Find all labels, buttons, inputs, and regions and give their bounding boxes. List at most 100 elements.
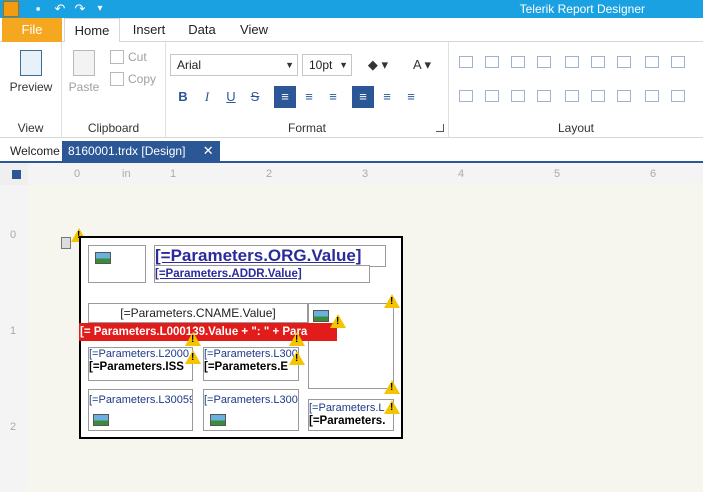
increase-v-spacing-icon[interactable] bbox=[587, 86, 609, 106]
tab-data[interactable]: Data bbox=[180, 18, 224, 42]
horizontal-ruler: 0 in 1 2 3 4 5 6 bbox=[28, 163, 703, 185]
fill-color-button[interactable]: ◆ ▾ bbox=[358, 54, 398, 76]
font-family-value: Arial bbox=[177, 58, 202, 72]
textbox-l30059-line1: [=Parameters.L30059 bbox=[89, 394, 193, 406]
cname-textbox[interactable]: [=Parameters.CNAME.Value] bbox=[88, 303, 308, 323]
textbox-l300-a-line1: [=Parameters.L300 bbox=[204, 348, 298, 360]
align-right-button[interactable]: ≡ bbox=[322, 86, 344, 108]
textbox-l2000-line1: [=Parameters.L2000 bbox=[89, 348, 189, 360]
report-section[interactable]: [=Parameters.ORG.Value] [=Parameters.ADD… bbox=[79, 236, 403, 439]
clipboard-group-label: Clipboard bbox=[87, 121, 140, 135]
textbox-l300-b[interactable]: [=Parameters.L300 bbox=[203, 389, 299, 431]
tab-report-design-label: 8160001.trdx [Design] bbox=[68, 144, 186, 158]
customize-quick-access-icon[interactable]: ▾ bbox=[92, 1, 108, 17]
view-group: Preview View bbox=[0, 42, 62, 138]
align-middles-icon[interactable] bbox=[561, 52, 583, 72]
textbox-l300-a[interactable]: [=Parameters.L300 [=Parameters.E bbox=[203, 347, 299, 381]
ruler-tick: 0 bbox=[74, 168, 81, 180]
picture-box[interactable] bbox=[88, 245, 146, 283]
format-dialog-launcher-icon[interactable] bbox=[436, 124, 444, 132]
paste-button[interactable]: Paste bbox=[66, 50, 102, 94]
view-group-label: View bbox=[17, 121, 44, 135]
warning-icon bbox=[289, 351, 305, 365]
warning-icon bbox=[185, 350, 201, 364]
align-bottoms-icon[interactable] bbox=[587, 52, 609, 72]
align-left-button[interactable]: ≡ bbox=[274, 86, 296, 108]
italic-button[interactable]: I bbox=[196, 86, 218, 108]
align-center-button[interactable]: ≡ bbox=[298, 86, 320, 108]
copy-button[interactable]: Copy bbox=[108, 70, 156, 88]
align-middle-button[interactable]: ≡ bbox=[376, 86, 398, 108]
textbox-l-right[interactable]: [=Parameters.L [=Parameters. bbox=[308, 399, 394, 431]
center-in-parent-icon[interactable] bbox=[667, 86, 689, 106]
align-top-button[interactable]: ≡ bbox=[352, 86, 374, 108]
ruler-tick: in bbox=[122, 168, 131, 180]
tab-report-design[interactable]: 8160001.trdx [Design] ✕ bbox=[62, 141, 220, 161]
decrease-v-spacing-icon[interactable] bbox=[613, 86, 635, 106]
warning-icon bbox=[289, 332, 305, 346]
underline-button[interactable]: U bbox=[220, 86, 242, 108]
textbox-l30059[interactable]: [=Parameters.L30059 bbox=[88, 389, 193, 431]
image-icon bbox=[93, 414, 109, 426]
preview-button[interactable]: Preview bbox=[8, 50, 54, 94]
addr-textbox[interactable]: [=Parameters.ADDR.Value] bbox=[154, 265, 370, 283]
cut-button[interactable]: Cut bbox=[108, 48, 147, 66]
decrease-h-spacing-icon[interactable] bbox=[507, 86, 529, 106]
redo-icon[interactable]: ↷ bbox=[72, 1, 88, 17]
warning-icon bbox=[384, 380, 400, 394]
copy-label: Copy bbox=[128, 72, 157, 86]
textbox-l300-b-line1: [=Parameters.L300 bbox=[204, 394, 298, 406]
horizontal-spacing-icon[interactable] bbox=[455, 86, 477, 106]
ribbon: Preview View Paste Cut Copy Clipboard Ar… bbox=[0, 42, 703, 138]
chevron-down-icon: ▼ bbox=[285, 60, 294, 70]
vertical-spacing-icon[interactable] bbox=[561, 86, 583, 106]
chevron-down-icon: ▼ bbox=[339, 60, 348, 70]
size-to-grid-icon[interactable] bbox=[613, 52, 635, 72]
ruler-tick: 6 bbox=[650, 168, 657, 180]
tab-insert[interactable]: Insert bbox=[124, 18, 174, 42]
app-icon bbox=[3, 1, 19, 17]
ruler-corner bbox=[12, 170, 21, 179]
strikethrough-button[interactable]: S bbox=[244, 86, 266, 108]
ruler-tick: 4 bbox=[458, 168, 465, 180]
bold-button[interactable]: B bbox=[172, 86, 194, 108]
preview-icon bbox=[20, 50, 42, 76]
format-group: Arial ▼ 10pt ▼ ◆ ▾ A ▾ B I U S ≡ ≡ ≡ ≡ ≡… bbox=[166, 42, 449, 138]
calculator-icon bbox=[61, 237, 71, 249]
font-color-button[interactable]: A ▾ bbox=[402, 54, 442, 76]
align-centers-icon[interactable] bbox=[481, 52, 503, 72]
tab-home[interactable]: Home bbox=[64, 18, 120, 43]
ruler-tick: 5 bbox=[554, 168, 561, 180]
copy-icon bbox=[110, 72, 124, 86]
org-textbox[interactable]: [=Parameters.ORG.Value] bbox=[154, 245, 386, 267]
font-size-value: 10pt bbox=[309, 58, 333, 72]
undo-icon[interactable]: ↶ bbox=[52, 1, 68, 17]
warning-icon bbox=[384, 294, 400, 308]
align-bottom-button[interactable]: ≡ bbox=[400, 86, 422, 108]
textbox-right-bold-line: [=Parameters. bbox=[309, 415, 386, 427]
cut-label: Cut bbox=[128, 50, 147, 64]
align-tops-icon[interactable] bbox=[533, 52, 555, 72]
scissors-icon bbox=[110, 50, 124, 64]
font-family-select[interactable]: Arial ▼ bbox=[170, 54, 298, 76]
make-same-height-icon[interactable] bbox=[667, 52, 689, 72]
ruler-tick: 3 bbox=[362, 168, 369, 180]
tab-file[interactable]: File bbox=[2, 18, 62, 42]
remove-v-spacing-icon[interactable] bbox=[641, 86, 663, 106]
align-lefts-icon[interactable] bbox=[455, 52, 477, 72]
remove-h-spacing-icon[interactable] bbox=[533, 86, 555, 106]
picture-box[interactable] bbox=[308, 303, 394, 389]
font-size-select[interactable]: 10pt ▼ bbox=[302, 54, 352, 76]
make-same-width-icon[interactable] bbox=[641, 52, 663, 72]
layout-group-label: Layout bbox=[557, 121, 595, 135]
tab-view[interactable]: View bbox=[232, 18, 276, 42]
tab-welcome[interactable]: Welcome bbox=[4, 141, 66, 161]
textbox-l2000[interactable]: [=Parameters.L2000 [=Parameters.ISS bbox=[88, 347, 193, 381]
increase-h-spacing-icon[interactable] bbox=[481, 86, 503, 106]
image-icon bbox=[95, 252, 111, 264]
save-icon[interactable]: ▪ bbox=[30, 1, 46, 17]
close-icon[interactable]: ✕ bbox=[203, 141, 214, 161]
clipboard-group: Paste Cut Copy Clipboard bbox=[62, 42, 166, 138]
align-rights-icon[interactable] bbox=[507, 52, 529, 72]
textbox-iss-line: [=Parameters.ISS bbox=[89, 361, 184, 373]
